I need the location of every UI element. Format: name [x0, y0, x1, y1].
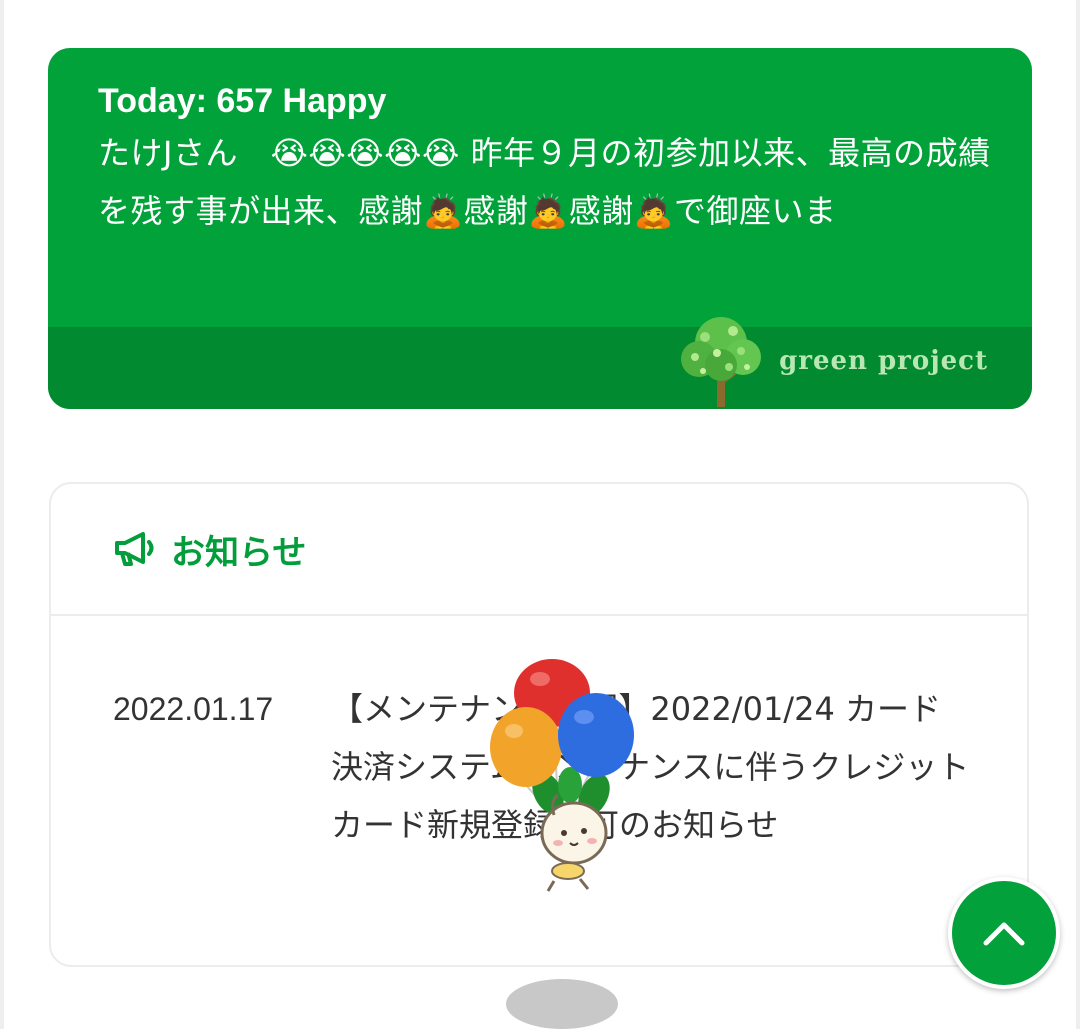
- megaphone-icon: [115, 532, 154, 566]
- notice-title-link[interactable]: 【メンテナンス情報】2022/01/24 カード決済システムメンテナンスに伴うク…: [331, 680, 971, 854]
- decorative-gray-blob: [506, 979, 618, 1029]
- today-happy-card[interactable]: Today: 657 Happy たけJさん 😭😭😭😭😭 昨年９月の初参加以来、…: [48, 48, 1032, 409]
- scroll-to-top-button[interactable]: [948, 877, 1060, 989]
- happy-count-title: Today: 657 Happy: [98, 82, 387, 120]
- notice-date: 2022.01.17: [113, 691, 274, 727]
- happy-card-footer: green project: [48, 317, 1032, 409]
- notice-header-label: お知らせ: [171, 532, 307, 573]
- notice-header: お知らせ: [51, 484, 1027, 616]
- page-right-edge: [1076, 0, 1080, 1029]
- chevron-up-icon: [983, 922, 1025, 946]
- green-project-logo: green project: [675, 313, 988, 409]
- page-left-edge: [0, 0, 4, 1029]
- tree-icon: [681, 317, 762, 407]
- happy-message: たけJさん 😭😭😭😭😭 昨年９月の初参加以来、最高の成績を残す事が出来、感謝🙇感…: [98, 134, 991, 230]
- happy-card-body: Today: 657 Happy たけJさん 😭😭😭😭😭 昨年９月の初参加以来、…: [98, 78, 998, 240]
- green-project-logo-text: green project: [779, 346, 988, 376]
- balloon-rabbit-mascot: [490, 659, 634, 892]
